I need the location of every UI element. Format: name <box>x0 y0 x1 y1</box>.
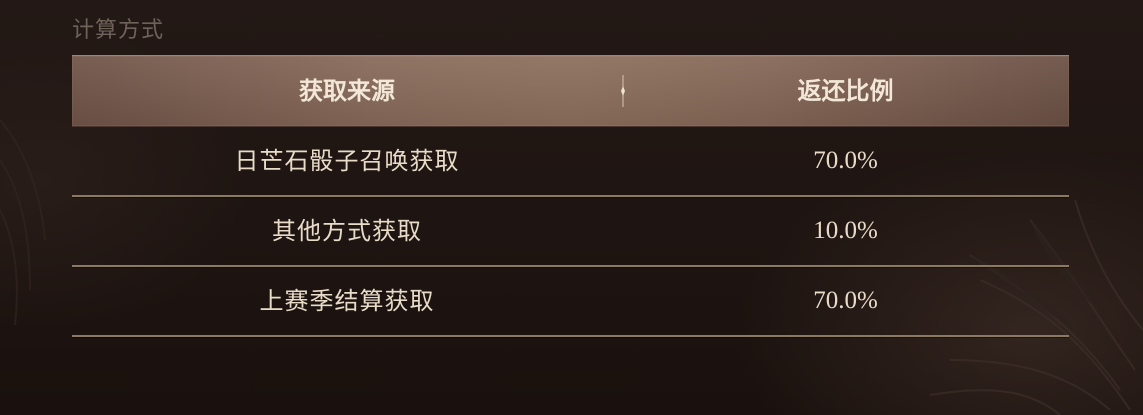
header-ratio: 返还比例 <box>797 76 894 105</box>
row-ratio: 70.0% <box>813 287 878 314</box>
row-source: 其他方式获取 <box>272 217 422 245</box>
row-ratio: 10.0% <box>813 217 878 244</box>
table-header: 获取来源 返还比例 <box>72 55 1069 127</box>
feather-decoration-icon <box>0 119 46 326</box>
row-source: 日芒石骰子召唤获取 <box>234 147 460 175</box>
table-row: 上赛季结算获取 70.0% <box>72 267 1069 337</box>
header-source: 获取来源 <box>299 76 395 105</box>
page: { "section": { "title": "计算方式" }, "table… <box>0 0 1143 415</box>
row-ratio: 70.0% <box>813 147 878 174</box>
section-title: 计算方式 <box>72 18 165 43</box>
row-source: 上赛季结算获取 <box>259 287 435 315</box>
table-row: 其他方式获取 10.0% <box>72 197 1069 267</box>
return-ratio-table: 获取来源 返还比例 日芒石骰子召唤获取 70.0% 其他方式获取 10.0% 上… <box>72 55 1069 337</box>
table-row: 日芒石骰子召唤获取 70.0% <box>72 127 1069 197</box>
